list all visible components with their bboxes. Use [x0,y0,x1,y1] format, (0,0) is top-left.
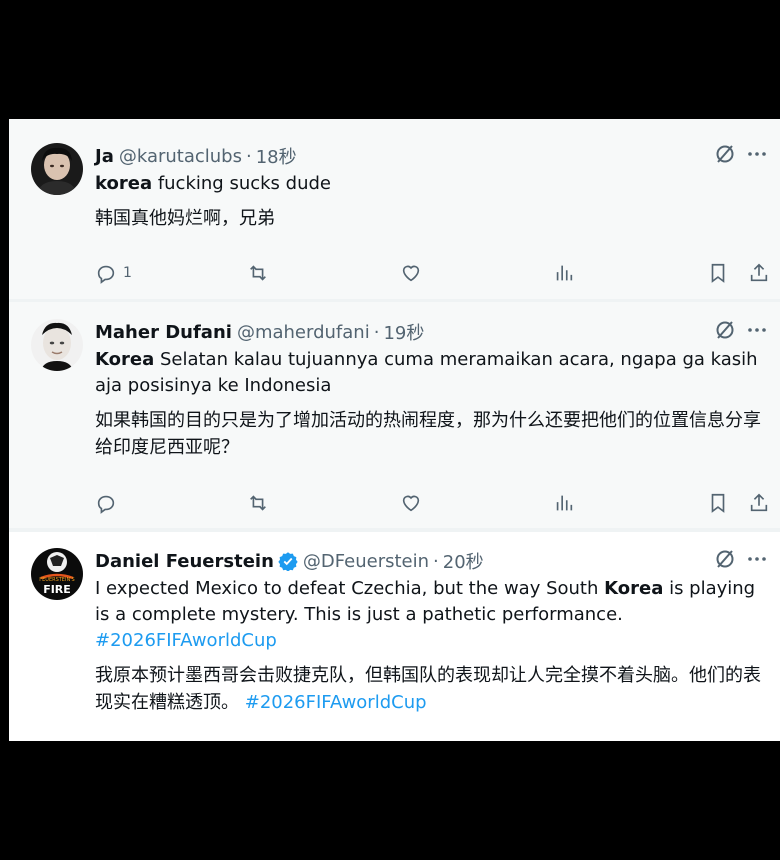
separator-dot: · [246,145,252,167]
tweet-translation: 我原本预计墨西哥会击败捷克队，但韩国队的表现却让人完全摸不着头脑。他们的表现实在… [95,662,770,716]
tweet-top-actions [714,143,768,165]
user-handle[interactable]: @DFeuerstein [303,551,429,572]
tweet-top-actions [714,548,768,570]
tweet-text: korea fucking sucks dude [95,171,770,197]
grok-icon[interactable] [714,548,736,570]
more-icon[interactable] [746,143,768,165]
timestamp[interactable]: 18秒 [256,143,297,169]
reply-count: 1 [123,265,132,281]
reply-button[interactable]: 1 [95,262,132,284]
tweet-actions: 1 [95,261,770,285]
tweet-top-actions [714,319,768,341]
tweet-body: Maher Dufani @maherdufani · 19秒 Korea Se… [95,319,770,461]
avatar[interactable] [31,143,83,195]
search-keyword: Korea [95,349,155,370]
bookmark-icon [711,493,725,513]
translation-text: 我原本预计墨西哥会击败捷克队，但韩国队的表现却让人完全摸不着头脑。他们的表现实在… [95,665,761,713]
grok-icon[interactable] [714,143,736,165]
timestamp[interactable]: 20秒 [443,548,484,574]
views-icon [556,265,573,281]
reply-icon [97,495,115,514]
tweet-translation: 韩国真他妈烂啊，兄弟 [95,208,275,229]
user-handle[interactable]: @maherdufani [237,322,370,343]
translation-hashtag-link[interactable]: #2026FIFAworldCup [245,692,427,713]
display-name[interactable]: Ja [95,146,114,167]
like-icon [402,495,420,512]
separator-dot: · [433,550,439,572]
retweet-button[interactable] [247,262,269,284]
avatar-caption-bottom: FIRE [43,583,71,596]
grok-icon[interactable] [714,319,736,341]
tweet[interactable]: FEUERSTEIN'S FIRE Daniel Feuerstein @DFe… [9,532,780,741]
verified-badge-icon [278,551,298,572]
hashtag-link[interactable]: #2026FIFAworldCup [95,630,277,651]
tweet-text-rest: Selatan kalau tujuannya cuma meramaikan … [95,349,758,396]
bookmark-button[interactable] [707,262,729,284]
tweet-actions [95,491,770,515]
more-icon[interactable] [746,548,768,570]
bookmark-icon [711,263,725,283]
screen: Ja @karutaclubs · 18秒 korea fucking suck… [0,119,780,741]
tweet-header: Maher Dufani @maherdufani · 19秒 [95,319,770,345]
share-button[interactable] [748,262,770,284]
tweet-text: I expected Mexico to defeat Czechia, but… [95,576,770,654]
tweet-text: Korea Selatan kalau tujuannya cuma meram… [95,347,770,399]
tweet-header: Daniel Feuerstein @DFeuerstein · 20秒 [95,548,770,574]
reply-button[interactable] [95,492,123,514]
avatar[interactable] [31,319,83,371]
tweet-body: Daniel Feuerstein @DFeuerstein · 20秒 I e… [95,548,770,716]
search-keyword: korea [95,173,153,194]
tweet-body: Ja @karutaclubs · 18秒 korea fucking suck… [95,143,770,232]
tweet[interactable]: Ja @karutaclubs · 18秒 korea fucking suck… [9,119,780,299]
tweet-text-rest: fucking sucks dude [152,173,331,194]
tweet-translation: 如果韩国的目的只是为了增加活动的热闹程度，那为什么还要把他们的位置信息分享给印度… [95,410,761,458]
bookmark-button[interactable] [707,492,729,514]
more-icon[interactable] [746,319,768,341]
avatar[interactable]: FEUERSTEIN'S FIRE [31,548,83,600]
retweet-button[interactable] [247,492,269,514]
retweet-icon [250,495,266,511]
separator-dot: · [373,321,380,343]
timestamp[interactable]: 19秒 [383,319,424,345]
search-keyword: Korea [604,578,664,599]
reply-icon [97,265,115,284]
views-button[interactable] [553,262,575,284]
user-handle[interactable]: @karutaclubs [119,146,242,167]
like-button[interactable] [400,492,422,514]
views-icon [556,495,573,511]
tweet[interactable]: Maher Dufani @maherdufani · 19秒 Korea Se… [9,302,780,528]
share-button[interactable] [748,492,770,514]
views-button[interactable] [553,492,575,514]
like-icon [402,265,420,282]
tweet-header: Ja @karutaclubs · 18秒 [95,143,770,169]
retweet-icon [250,265,266,281]
display-name[interactable]: Maher Dufani [95,322,232,343]
display-name[interactable]: Daniel Feuerstein [95,551,274,572]
tweet-text-before: I expected Mexico to defeat Czechia, but… [95,578,605,599]
share-icon [750,493,768,512]
reply-feed: Ja @karutaclubs · 18秒 korea fucking suck… [9,119,780,741]
like-button[interactable] [400,262,422,284]
share-icon [750,263,768,282]
